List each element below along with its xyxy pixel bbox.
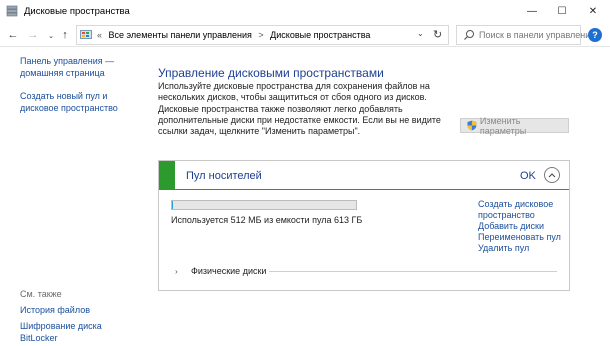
physical-disks-label: Физические диски [191, 266, 267, 276]
search-box[interactable]: Поиск в панели управления [456, 25, 595, 45]
pool-usage-text: Используется 512 МБ из емкости пула 613 … [171, 215, 363, 225]
chevron-right-icon: › [175, 266, 178, 276]
breadcrumb-overflow[interactable]: « [97, 30, 102, 40]
up-button[interactable]: ↑ [58, 27, 72, 43]
add-drives-link[interactable]: Добавить диски [478, 221, 570, 232]
pool-status: OK [520, 170, 536, 182]
breadcrumb-storage-spaces[interactable]: Дисковые пространства [270, 30, 370, 40]
left-pane: Панель управления — домашняя страница Со… [0, 47, 140, 346]
change-settings-label: Изменить параметры [479, 115, 527, 136]
close-button[interactable]: ✕ [578, 0, 608, 23]
pool-usage-fill [172, 201, 173, 209]
recent-locations-button[interactable]: ⌄ [44, 28, 58, 44]
breadcrumb-all-control-panel-items[interactable]: Все элементы панели управления [109, 30, 252, 40]
collapse-pool-button[interactable] [544, 167, 560, 183]
control-panel-home-link[interactable]: Панель управления — домашняя страница [20, 56, 138, 79]
search-input[interactable]: Поиск в панели управления [479, 30, 595, 40]
maximize-button[interactable]: ☐ [547, 0, 577, 23]
storage-spaces-icon [6, 5, 18, 17]
chevron-up-icon [548, 173, 556, 178]
delete-pool-link[interactable]: Удалить пул [478, 243, 570, 254]
change-settings-button[interactable]: Изменить параметры [460, 115, 569, 136]
breadcrumb-separator[interactable]: > [258, 30, 263, 40]
physical-disks-divider [269, 271, 557, 272]
pool-task-links: Создать дисковое пространство Добавить д… [478, 199, 570, 254]
see-also-heading: См. также [20, 289, 62, 299]
minimize-button[interactable]: — [517, 0, 547, 23]
control-panel-icon [80, 30, 92, 39]
title-bar: Дисковые пространства — ☐ ✕ [0, 0, 610, 23]
window-title: Дисковые пространства [24, 6, 130, 17]
back-button[interactable]: ← [6, 27, 20, 43]
rename-pool-link[interactable]: Переименовать пул [478, 232, 570, 243]
refresh-icon[interactable]: ↻ [433, 28, 442, 41]
physical-disks-toggle[interactable]: › Физические диски [175, 266, 266, 276]
file-history-link[interactable]: История файлов [20, 305, 138, 317]
pool-usage-bar [171, 200, 357, 210]
pool-name: Пул носителей [186, 170, 262, 182]
page-title: Управление дисковыми пространствами [158, 66, 384, 80]
intro-text: Используйте дисковые пространства для со… [158, 81, 441, 137]
search-icon [464, 30, 474, 40]
bitlocker-link[interactable]: Шифрование диска BitLocker [20, 321, 138, 344]
address-dropdown-icon[interactable]: ⌄ [417, 29, 424, 38]
storage-pool-panel: Пул носителей OK Используется 512 МБ из … [158, 160, 570, 291]
pool-header-divider [175, 189, 569, 190]
help-button[interactable]: ? [588, 28, 602, 42]
pool-status-stripe [159, 161, 175, 190]
breadcrumb: « Все элементы панели управления > Диско… [97, 30, 374, 40]
storage-pool-header: Пул носителей OK [159, 161, 569, 190]
create-storage-space-link[interactable]: Создать дисковое пространство [478, 199, 570, 221]
address-bar[interactable]: « Все элементы панели управления > Диско… [76, 25, 449, 45]
forward-button[interactable]: → [26, 27, 40, 43]
shield-icon [467, 120, 477, 131]
create-pool-link[interactable]: Создать новый пул и дисковое пространств… [20, 91, 138, 114]
navigation-bar: ← → ⌄ ↑ « Все элементы панели управления… [0, 23, 610, 47]
